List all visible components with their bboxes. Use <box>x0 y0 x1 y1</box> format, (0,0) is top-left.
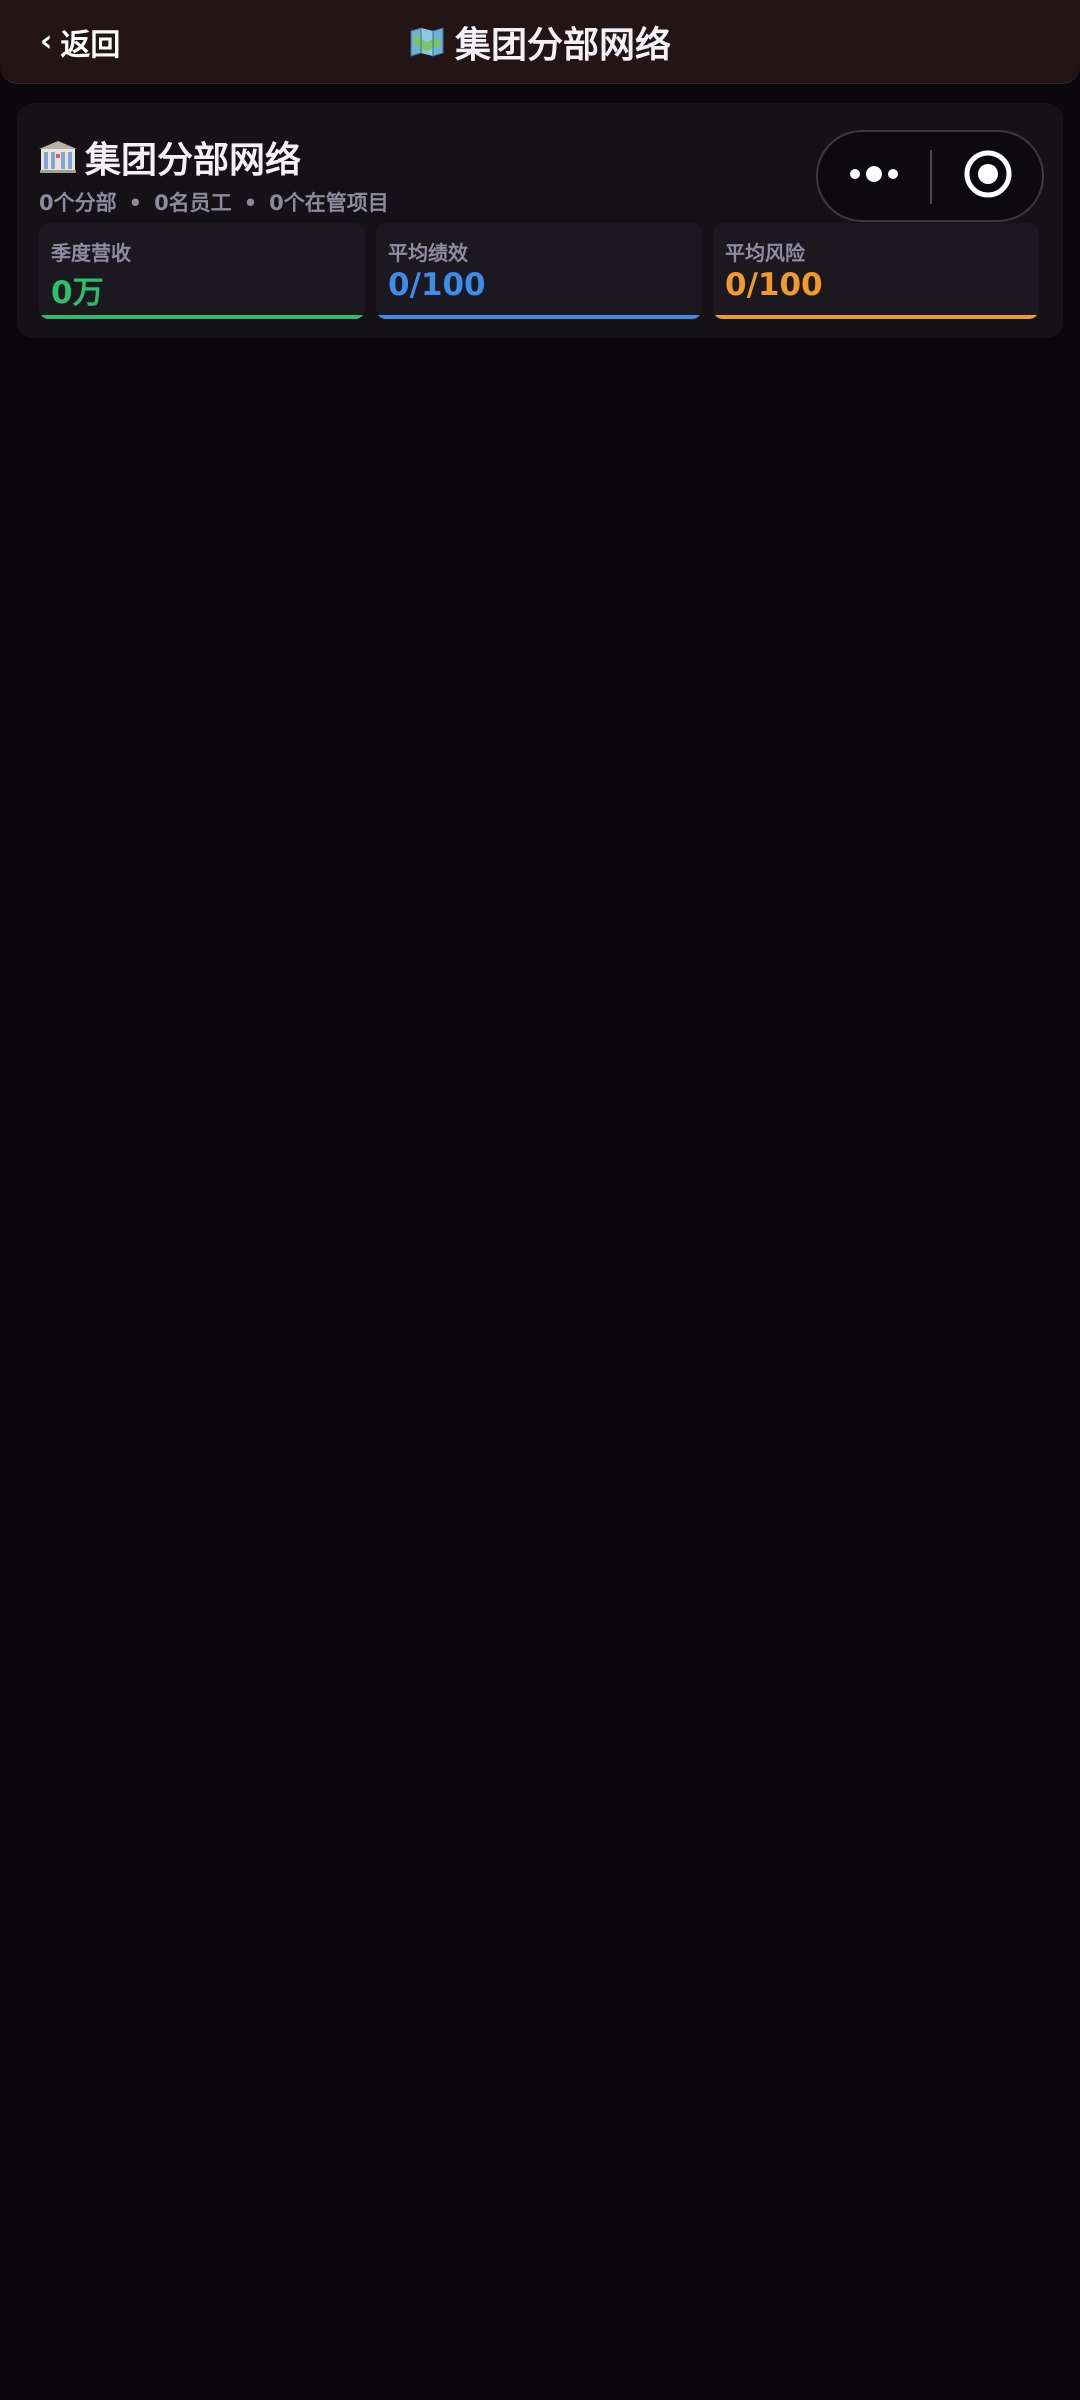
stat-value: 0/100 <box>725 267 823 303</box>
stat-label: 季度营收 <box>51 241 131 265</box>
separator-dot: • <box>243 191 258 215</box>
stat-value: 0万 <box>51 275 104 311</box>
stat-accent-bar <box>39 315 365 319</box>
separator-dot: • <box>128 191 143 215</box>
capsule-menu <box>816 130 1044 222</box>
stat-accent-bar <box>376 315 702 319</box>
stat-risk: 平均风险 0/100 <box>713 223 1039 319</box>
target-close-icon <box>963 149 1013 203</box>
more-button[interactable] <box>818 132 930 220</box>
bank-icon <box>39 140 77 174</box>
project-count: 0个在管项目 <box>269 191 389 215</box>
page-title: 集团分部网络 <box>0 18 1080 66</box>
top-nav-bar: ‹ 返回 集团分部网络 <box>0 0 1080 84</box>
stat-label: 平均风险 <box>725 241 805 265</box>
stat-revenue: 季度营收 0万 <box>39 223 365 319</box>
close-button[interactable] <box>932 132 1044 220</box>
employee-count: 0名员工 <box>154 191 232 215</box>
stat-label: 平均绩效 <box>388 241 468 265</box>
page-title-text: 集团分部网络 <box>454 25 671 66</box>
stat-value: 0/100 <box>388 267 486 303</box>
stat-performance: 平均绩效 0/100 <box>376 223 702 319</box>
card-title-text: 集团分部网络 <box>85 140 302 181</box>
stat-accent-bar <box>713 315 1039 319</box>
card-subtitle: 0个分部 • 0名员工 • 0个在管项目 <box>39 187 389 217</box>
map-icon <box>409 26 445 58</box>
more-dots-icon <box>849 164 899 188</box>
stats-row: 季度营收 0万 平均绩效 0/100 平均风险 0/100 <box>39 223 1041 319</box>
branch-count: 0个分部 <box>39 191 117 215</box>
card-title: 集团分部网络 <box>39 131 301 183</box>
